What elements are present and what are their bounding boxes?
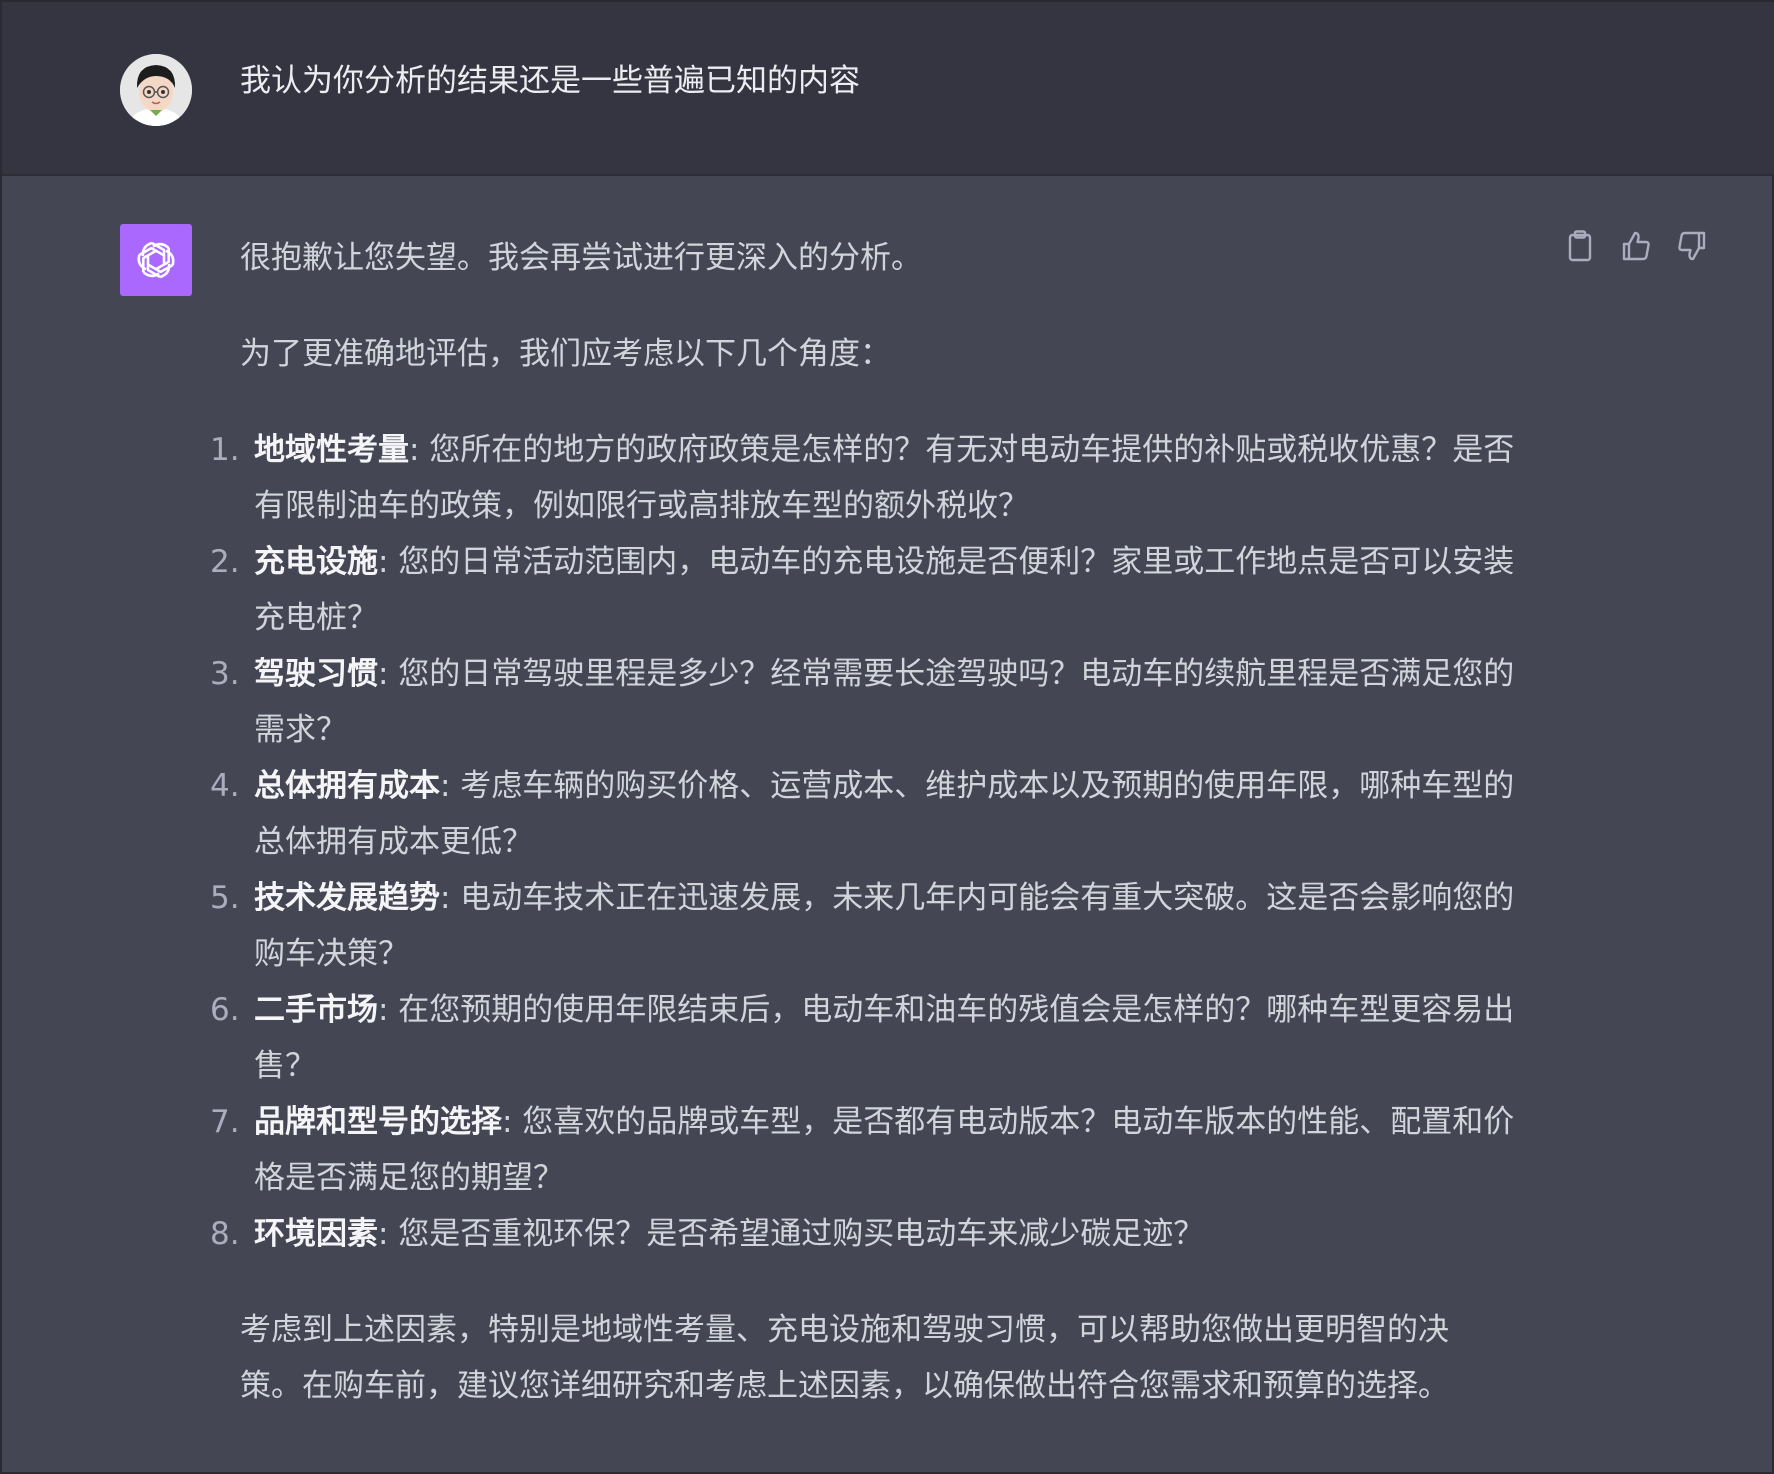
thumbs-down-button[interactable]: [1674, 228, 1710, 264]
openai-logo-icon: [137, 241, 175, 279]
thumbs-up-icon: [1622, 231, 1650, 261]
assistant-intro: 很抱歉让您失望。我会再尝试进行更深入的分析。: [240, 240, 922, 276]
assistant-message: 很抱歉让您失望。我会再尝试进行更深入的分析。 为了更准确地评估，我们应考虑以下几…: [210, 230, 1560, 1414]
list-item: 4. 总体拥有成本: 考虑车辆的购买价格、运营成本、维护成本以及预期的使用年限，…: [210, 758, 1560, 870]
list-item: 3. 驾驶习惯: 您的日常驾驶里程是多少？经常需要长途驾驶吗？电动车的续航里程是…: [210, 646, 1560, 758]
list-item: 8. 环境因素: 您是否重视环保？是否希望通过购买电动车来减少碳足迹？: [210, 1206, 1560, 1262]
thumbs-down-icon: [1678, 231, 1706, 261]
assistant-closing: 考虑到上述因素，特别是地域性考量、充电设施和驾驶习惯，可以帮助您做出更明智的决策…: [240, 1312, 1449, 1404]
copy-button[interactable]: [1562, 228, 1598, 264]
list-item: 6. 二手市场: 在您预期的使用年限结束后，电动车和油车的残值会是怎样的？哪种车…: [210, 982, 1560, 1094]
item-term: 二手市场: [254, 992, 378, 1028]
considerations-list: 1. 地域性考量: 您所在的地方的政府政策是怎样的？有无对电动车提供的补贴或税收…: [210, 422, 1560, 1262]
list-number: 7.: [210, 1104, 240, 1140]
list-number: 8.: [210, 1216, 240, 1252]
item-term: 充电设施: [254, 544, 378, 580]
assistant-lead: 为了更准确地评估，我们应考虑以下几个角度：: [240, 336, 891, 372]
message-actions: [1562, 228, 1722, 268]
list-item: 1. 地域性考量: 您所在的地方的政府政策是怎样的？有无对电动车提供的补贴或税收…: [210, 422, 1560, 534]
item-text: : 您的日常活动范围内，电动车的充电设施是否便利？家里或工作地点是否可以安装充电…: [254, 544, 1515, 636]
list-number: 3.: [210, 656, 240, 692]
list-item: 7. 品牌和型号的选择: 您喜欢的品牌或车型，是否都有电动版本？电动车版本的性能…: [210, 1094, 1560, 1206]
item-term: 技术发展趋势: [254, 880, 440, 916]
list-number: 2.: [210, 544, 240, 580]
item-text: : 在您预期的使用年限结束后，电动车和油车的残值会是怎样的？哪种车型更容易出售？: [254, 992, 1515, 1084]
user-message-text: 我认为你分析的结果还是一些普遍已知的内容: [240, 63, 860, 99]
chat-window: 我认为你分析的结果还是一些普遍已知的内容 很抱歉让您失望。我会再尝试进行更深入的…: [0, 0, 1774, 1474]
item-text: : 您所在的地方的政府政策是怎样的？有无对电动车提供的补贴或税收优惠？是否有限制…: [254, 432, 1515, 524]
clipboard-icon: [1568, 230, 1592, 262]
list-number: 5.: [210, 880, 240, 916]
list-item: 5. 技术发展趋势: 电动车技术正在迅速发展，未来几年内可能会有重大突破。这是否…: [210, 870, 1560, 982]
list-number: 4.: [210, 768, 240, 804]
user-message-row: 我认为你分析的结果还是一些普遍已知的内容: [2, 2, 1774, 176]
thumbs-up-button[interactable]: [1618, 228, 1654, 264]
list-number: 1.: [210, 432, 240, 468]
assistant-avatar: [120, 224, 192, 296]
item-term: 总体拥有成本: [254, 768, 440, 804]
item-term: 环境因素: [254, 1216, 378, 1252]
item-text: : 您的日常驾驶里程是多少？经常需要长途驾驶吗？电动车的续航里程是否满足您的需求…: [254, 656, 1515, 748]
list-number: 6.: [210, 992, 240, 1028]
item-term: 品牌和型号的选择: [254, 1104, 502, 1140]
item-term: 驾驶习惯: [254, 656, 378, 692]
item-text: : 电动车技术正在迅速发展，未来几年内可能会有重大突破。这是否会影响您的购车决策…: [254, 880, 1515, 972]
list-item: 2. 充电设施: 您的日常活动范围内，电动车的充电设施是否便利？家里或工作地点是…: [210, 534, 1560, 646]
item-term: 地域性考量: [254, 432, 409, 468]
item-text: : 您是否重视环保？是否希望通过购买电动车来减少碳足迹？: [378, 1216, 1205, 1252]
user-avatar: [120, 54, 192, 126]
item-text: : 考虑车辆的购买价格、运营成本、维护成本以及预期的使用年限，哪种车型的总体拥有…: [254, 768, 1515, 860]
